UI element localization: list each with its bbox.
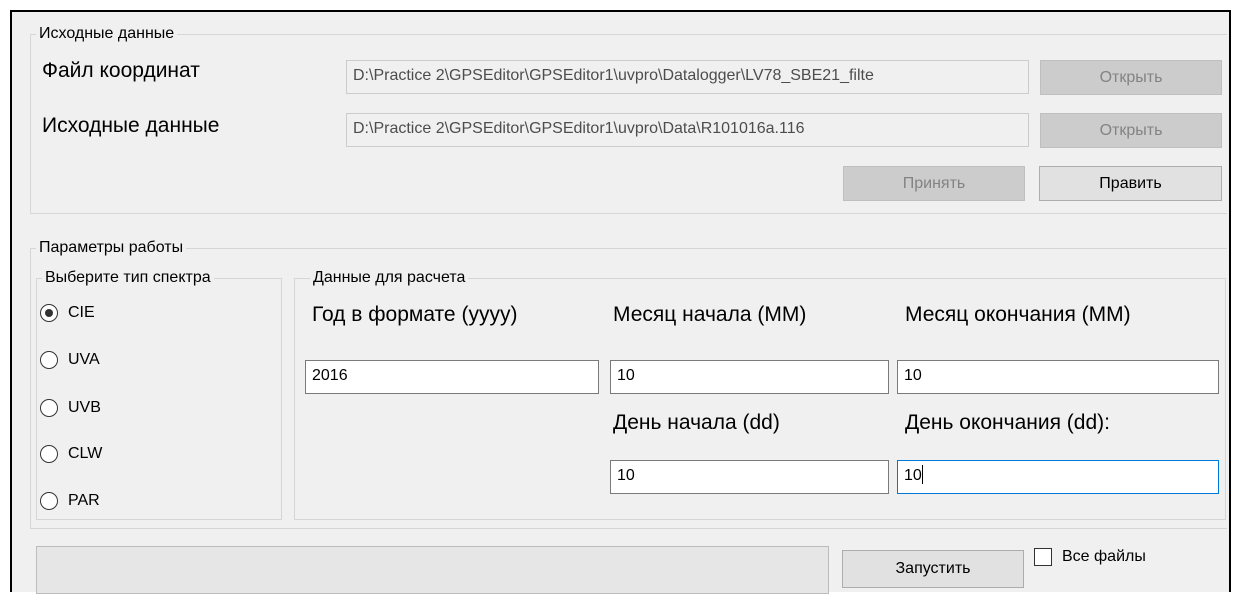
start-day-label: День начала (dd): [613, 411, 780, 434]
accept-button[interactable]: Принять: [843, 166, 1025, 201]
coords-file-path-field[interactable]: D:\Practice 2\GPSEditor\GPSEditor1\uvpro…: [346, 60, 1029, 94]
run-button[interactable]: Запустить: [842, 550, 1024, 588]
radio-clw-label: CLW: [68, 445, 103, 462]
year-input[interactable]: 2016: [305, 360, 599, 394]
radio-uvb-label: UVB: [68, 399, 101, 416]
end-day-input[interactable]: 10: [897, 460, 1219, 494]
start-day-input[interactable]: 10: [610, 460, 889, 494]
source-data-legend: Исходные данные: [36, 25, 178, 43]
source-data-path-value: D:\Practice 2\GPSEditor\GPSEditor1\uvpro…: [353, 120, 805, 137]
end-month-input-value: 10: [904, 367, 922, 384]
end-day-label: День окончания (dd):: [905, 411, 1110, 434]
work-params-legend: Параметры работы: [36, 239, 187, 257]
text-caret: [921, 465, 923, 484]
radio-uva-circle[interactable]: [40, 351, 58, 369]
radio-uvb[interactable]: UVB: [40, 399, 101, 417]
radio-uva[interactable]: UVA: [40, 351, 100, 369]
year-label: Год в формате (yyyy): [312, 303, 518, 326]
source-data-path-field[interactable]: D:\Practice 2\GPSEditor\GPSEditor1\uvpro…: [346, 113, 1029, 147]
radio-par-label: PAR: [68, 492, 100, 509]
start-month-input[interactable]: 10: [610, 360, 889, 394]
main-window: Исходные данные Файл координат D:\Practi…: [10, 10, 1231, 594]
status-panel: [36, 546, 829, 594]
spectrum-type-legend: Выберите тип спектра: [42, 269, 214, 287]
end-day-input-value: 10: [904, 467, 922, 484]
all-files-checkbox[interactable]: [1034, 548, 1052, 566]
open-coords-button[interactable]: Открыть: [1040, 60, 1222, 95]
radio-clw[interactable]: CLW: [40, 445, 102, 463]
start-month-label: Месяц начала (MM): [613, 303, 807, 326]
edit-button[interactable]: Править: [1039, 166, 1222, 201]
start-day-input-value: 10: [617, 467, 635, 484]
radio-par[interactable]: PAR: [40, 492, 100, 510]
end-month-label: Месяц окончания (MM): [905, 303, 1131, 326]
all-files-checkbox-row[interactable]: Все файлы: [1034, 548, 1146, 566]
coords-file-path-value: D:\Practice 2\GPSEditor\GPSEditor1\uvpro…: [353, 67, 874, 84]
calc-data-legend: Данные для расчета: [310, 269, 469, 287]
radio-cie[interactable]: CIE: [40, 304, 95, 322]
end-month-input[interactable]: 10: [897, 360, 1219, 394]
radio-uvb-circle[interactable]: [40, 399, 58, 417]
coords-file-label: Файл координат: [42, 59, 200, 82]
year-input-value: 2016: [312, 367, 348, 384]
radio-par-circle[interactable]: [40, 492, 58, 510]
radio-clw-circle[interactable]: [40, 445, 58, 463]
radio-uva-label: UVA: [68, 351, 100, 368]
start-month-input-value: 10: [617, 367, 635, 384]
source-data-label: Исходные данные: [42, 114, 220, 137]
open-source-data-button[interactable]: Открыть: [1040, 113, 1222, 148]
radio-cie-circle[interactable]: [40, 304, 58, 322]
radio-cie-label: CIE: [68, 304, 95, 321]
all-files-label: Все файлы: [1062, 548, 1146, 565]
